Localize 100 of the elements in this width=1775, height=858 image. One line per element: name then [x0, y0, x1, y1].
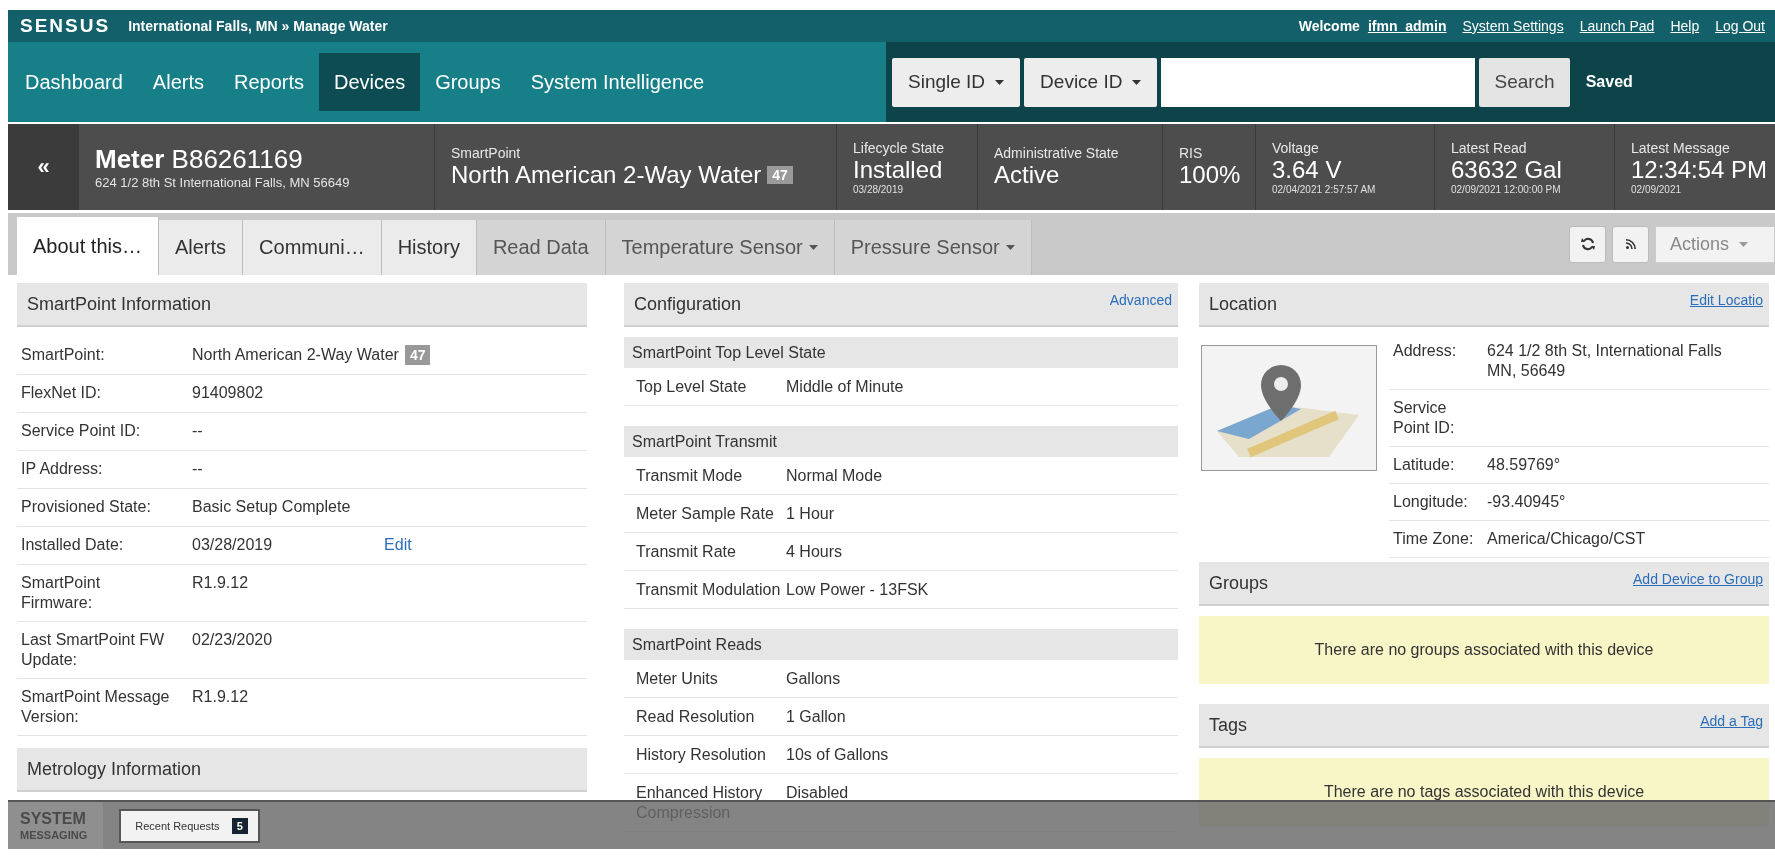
- stat-label: SmartPoint: [451, 145, 522, 161]
- stat-value: Installed: [853, 155, 943, 184]
- panel-title: Location: [1209, 293, 1278, 315]
- search-field[interactable]: [1161, 57, 1476, 107]
- field-value: R1.9.12: [192, 687, 249, 707]
- field-value: North American 2-Way Water: [192, 345, 399, 365]
- header-link[interactable]: Launch Pad: [1579, 18, 1655, 34]
- stat-value: Active: [994, 161, 1060, 189]
- field-label: Longitude:: [1393, 492, 1469, 512]
- collapse-button[interactable]: «: [8, 124, 79, 210]
- field-label: Meter Units: [636, 669, 719, 689]
- field-label: Meter Sample Rate: [636, 504, 775, 524]
- location-text: International Falls, MN: [128, 18, 278, 34]
- panel-title: Metrology Information: [27, 758, 202, 780]
- panel-link[interactable]: Advanced: [1109, 292, 1178, 308]
- field-value: 1 Hour: [786, 504, 835, 524]
- tab[interactable]: Communi…: [243, 220, 382, 275]
- refresh-button[interactable]: [1569, 225, 1606, 263]
- field-value: --: [192, 459, 203, 479]
- messaging-subtitle: MESSAGING: [20, 827, 88, 842]
- page-title: Manage Water: [293, 18, 388, 34]
- stat-value: 12:34:54 PM: [1631, 155, 1768, 184]
- field-label: SmartPoint:: [21, 345, 106, 365]
- stat-label: Lifecycle State: [853, 139, 946, 156]
- field-value: 624 1/2 8th St, International Falls MN, 56649: [1487, 341, 1723, 381]
- logo: SENSUS: [20, 15, 111, 37]
- stat-date: 02/09/2021: [1631, 183, 1683, 195]
- field-label: Transmit Modulation: [636, 580, 782, 600]
- panel-link[interactable]: Add a Tag: [1700, 713, 1769, 729]
- caret-icon: [1132, 79, 1142, 85]
- tab[interactable]: Read Data: [476, 220, 606, 275]
- stat-label: Voltage: [1272, 139, 1320, 156]
- nav-tab[interactable]: Alerts: [137, 53, 219, 111]
- field-value: 02/23/2020: [192, 630, 273, 650]
- header-link[interactable]: Log Out: [1715, 18, 1765, 34]
- caret-icon: [808, 245, 818, 250]
- field-value: Basic Setup Complete: [192, 497, 351, 517]
- panel-link[interactable]: Edit Locatio: [1689, 292, 1769, 308]
- field-label: Last SmartPoint FW Update:: [21, 630, 166, 670]
- field-value: Normal Mode: [786, 466, 883, 486]
- status-text: Saved: [1585, 73, 1633, 91]
- panel-title: SmartPoint Information: [27, 293, 212, 315]
- nav-tab[interactable]: Dashboard: [10, 53, 138, 111]
- edit-link[interactable]: Edit: [384, 535, 412, 555]
- field-value: Low Power - 13FSK: [786, 580, 929, 600]
- tab[interactable]: Alerts: [158, 220, 244, 275]
- field-label: Top Level State: [636, 377, 748, 397]
- panel-title: Configuration: [634, 293, 742, 315]
- field-value: 4 Hours: [786, 542, 843, 562]
- field-label: Transmit Rate: [636, 542, 737, 562]
- user-link[interactable]: ifmn_admin: [1367, 18, 1447, 34]
- section-header: SmartPoint Reads: [624, 629, 1178, 660]
- field-label: Provisioned State:: [21, 497, 152, 517]
- stat-label: RIS: [1179, 145, 1204, 161]
- count-badge: 47: [767, 166, 793, 184]
- field-label: History Resolution: [636, 745, 767, 765]
- field-value: R1.9.12: [192, 573, 249, 593]
- field-label: Service Point ID:: [1393, 398, 1456, 438]
- count-badge: 47: [404, 345, 431, 365]
- meter-address: 624 1/2 8th St International Falls, MN 56649: [95, 175, 351, 190]
- meter-id: B86261169: [171, 144, 303, 174]
- welcome-text: Welcome: [1298, 18, 1360, 34]
- id-type-dropdown[interactable]: Device ID: [1024, 57, 1158, 107]
- tab[interactable]: Temperature Sensor: [605, 220, 835, 275]
- field-value: Disabled: [786, 783, 849, 803]
- field-value: 48.59769°: [1487, 455, 1561, 475]
- panel-link[interactable]: Add Device to Group: [1633, 571, 1769, 587]
- count-badge: 5: [231, 817, 248, 834]
- stat-label: Latest Message: [1631, 139, 1731, 156]
- caret-icon: [1005, 245, 1015, 250]
- field-value: Middle of Minute: [786, 377, 904, 397]
- field-label: Transmit Mode: [636, 466, 744, 486]
- header-link[interactable]: Help: [1670, 18, 1700, 34]
- nav-tab[interactable]: Groups: [420, 53, 516, 111]
- search-button[interactable]: Search: [1479, 57, 1570, 107]
- scope-dropdown[interactable]: Single ID: [892, 57, 1021, 107]
- field-value: 03/28/2019: [192, 535, 273, 555]
- nav-tab[interactable]: Devices: [319, 53, 421, 111]
- field-label: Service Point ID:: [21, 421, 142, 441]
- field-label: Installed Date:: [21, 535, 125, 555]
- nav-tab[interactable]: System Intelligence: [515, 53, 720, 111]
- stat-value: 3.64 V: [1272, 155, 1342, 184]
- header-link[interactable]: System Settings: [1462, 18, 1564, 34]
- field-value: Gallons: [786, 669, 841, 689]
- stat-date: 02/09/2021 12:00:00 PM: [1451, 183, 1562, 195]
- feed-button[interactable]: [1612, 225, 1649, 263]
- field-value: 91409802: [192, 383, 264, 403]
- tab[interactable]: History: [381, 220, 477, 275]
- tab[interactable]: About this…: [17, 217, 159, 275]
- recent-requests-button[interactable]: Recent Requests 5: [119, 808, 260, 843]
- caret-icon: [995, 79, 1005, 85]
- field-value: 1 Gallon: [786, 707, 846, 727]
- refresh-icon: [1580, 237, 1595, 251]
- stat-date: 03/28/2019: [853, 183, 905, 195]
- stat-label: Administrative State: [994, 145, 1120, 161]
- field-label: Latitude:: [1393, 455, 1456, 475]
- field-value: -93.40945°: [1487, 492, 1566, 512]
- field-value: America/Chicago/CST: [1487, 529, 1646, 549]
- tab[interactable]: Pressure Sensor: [834, 220, 1032, 275]
- nav-tab[interactable]: Reports: [218, 53, 319, 111]
